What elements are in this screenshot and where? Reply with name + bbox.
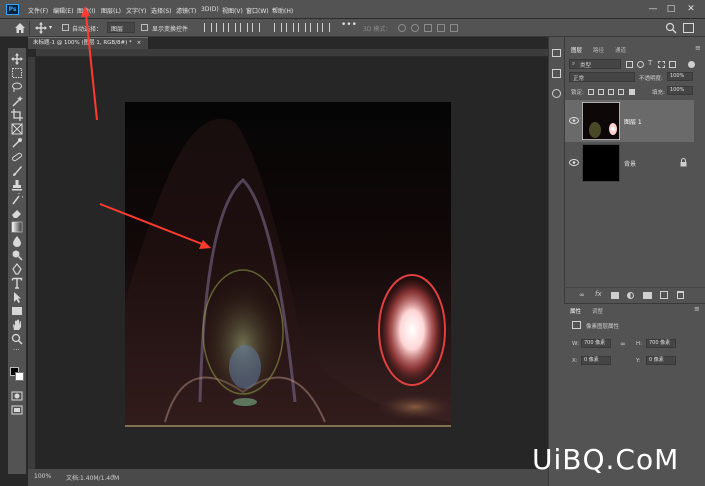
history-panel-icon[interactable] <box>552 49 561 57</box>
height-label: H: <box>636 341 642 347</box>
link-icon[interactable]: ∞ <box>620 340 626 348</box>
link-layers-icon[interactable]: ∞ <box>579 291 585 299</box>
layer-row-layer1[interactable]: 图层 1 <box>565 100 694 142</box>
site-watermark: UiBQ.CoM <box>532 443 680 476</box>
lock-pixels-icon[interactable] <box>598 89 604 95</box>
adjustments-panel-icon[interactable] <box>552 89 561 98</box>
delete-layer-icon[interactable] <box>677 291 684 299</box>
tab-layers[interactable]: 图层 <box>571 46 582 54</box>
arrow-to-canvas <box>99 203 203 245</box>
opacity-value: 100% <box>670 73 685 79</box>
x-label: X: <box>572 358 578 364</box>
eye-icon[interactable] <box>569 159 579 166</box>
x-field[interactable]: 0 像素 <box>581 356 611 365</box>
background-thumbnail <box>582 144 620 182</box>
lock-label: 锁定: <box>571 90 584 96</box>
filter-smart-object-icon[interactable] <box>669 61 676 68</box>
lock-transparency-icon[interactable] <box>588 89 594 95</box>
filter-adjustment-icon[interactable] <box>637 61 644 68</box>
blend-mode-dropdown[interactable]: 正常 <box>569 72 635 82</box>
x-value: 0 像素 <box>584 357 599 363</box>
new-layer-icon[interactable] <box>660 291 668 299</box>
arrow-to-image-menu <box>85 13 98 121</box>
fill-field[interactable]: 100% <box>667 86 693 95</box>
filter-pixel-icon[interactable] <box>626 61 633 68</box>
layer-filter-value: 类型 <box>580 63 592 69</box>
opacity-field[interactable]: 100% <box>667 72 693 81</box>
status-bar: 100% 文档:1.40M/1.40M › <box>28 469 556 486</box>
status-arrow-icon[interactable]: › <box>112 472 115 480</box>
height-value: 700 像素 <box>649 340 671 346</box>
filter-shape-icon[interactable] <box>658 61 665 68</box>
lock-icon <box>680 158 687 167</box>
panel-menu-icon[interactable]: ≡ <box>694 305 700 313</box>
tab-adjustments[interactable]: 调整 <box>592 307 603 315</box>
layer1-name[interactable]: 图层 1 <box>624 117 642 126</box>
layer-style-icon[interactable]: fx <box>595 290 602 298</box>
filter-type-icon[interactable]: T <box>648 59 652 67</box>
blend-mode-value: 正常 <box>573 76 585 82</box>
lock-artboard-icon[interactable] <box>618 89 624 95</box>
width-field[interactable]: 700 像素 <box>581 339 611 348</box>
filter-toggle-icon[interactable] <box>688 61 695 68</box>
layer-filter-dropdown[interactable]: ⌕ 类型 <box>569 59 621 69</box>
panel-menu-icon[interactable]: ≡ <box>695 44 701 52</box>
search-icon: ⌕ <box>572 61 576 67</box>
zoom-level[interactable]: 100% <box>34 473 51 480</box>
y-field[interactable]: 0 像素 <box>646 356 676 365</box>
fill-value: 100% <box>670 87 685 93</box>
fill-label: 填充: <box>652 90 665 96</box>
panel-icon-strip <box>548 37 564 486</box>
pixel-layer-icon <box>572 321 581 329</box>
tab-channels[interactable]: 通道 <box>615 46 626 54</box>
height-field[interactable]: 700 像素 <box>646 339 676 348</box>
eye-icon[interactable] <box>569 117 579 124</box>
lock-all-icon[interactable] <box>629 89 635 95</box>
tab-paths[interactable]: 路径 <box>593 46 604 54</box>
layers-footer: ∞ fx <box>564 287 705 302</box>
lock-position-icon[interactable] <box>608 89 614 95</box>
layer1-thumbnail <box>582 102 620 140</box>
opacity-label: 不透明度: <box>639 76 663 82</box>
properties-title: 像素图层属性 <box>586 324 620 330</box>
y-label: Y: <box>636 358 641 364</box>
y-value: 0 像素 <box>649 357 664 363</box>
width-label: W: <box>572 341 579 347</box>
new-group-icon[interactable] <box>643 292 652 299</box>
add-mask-icon[interactable] <box>611 292 619 299</box>
width-value: 700 像素 <box>584 340 606 346</box>
adjustment-layer-icon[interactable] <box>627 292 634 299</box>
background-layer-name[interactable]: 背景 <box>624 159 636 168</box>
color-panel-icon[interactable] <box>552 69 561 78</box>
layer-row-background[interactable]: 背景 <box>565 142 694 184</box>
tab-properties[interactable]: 属性 <box>570 307 581 315</box>
arrow-head-menu <box>81 6 90 17</box>
